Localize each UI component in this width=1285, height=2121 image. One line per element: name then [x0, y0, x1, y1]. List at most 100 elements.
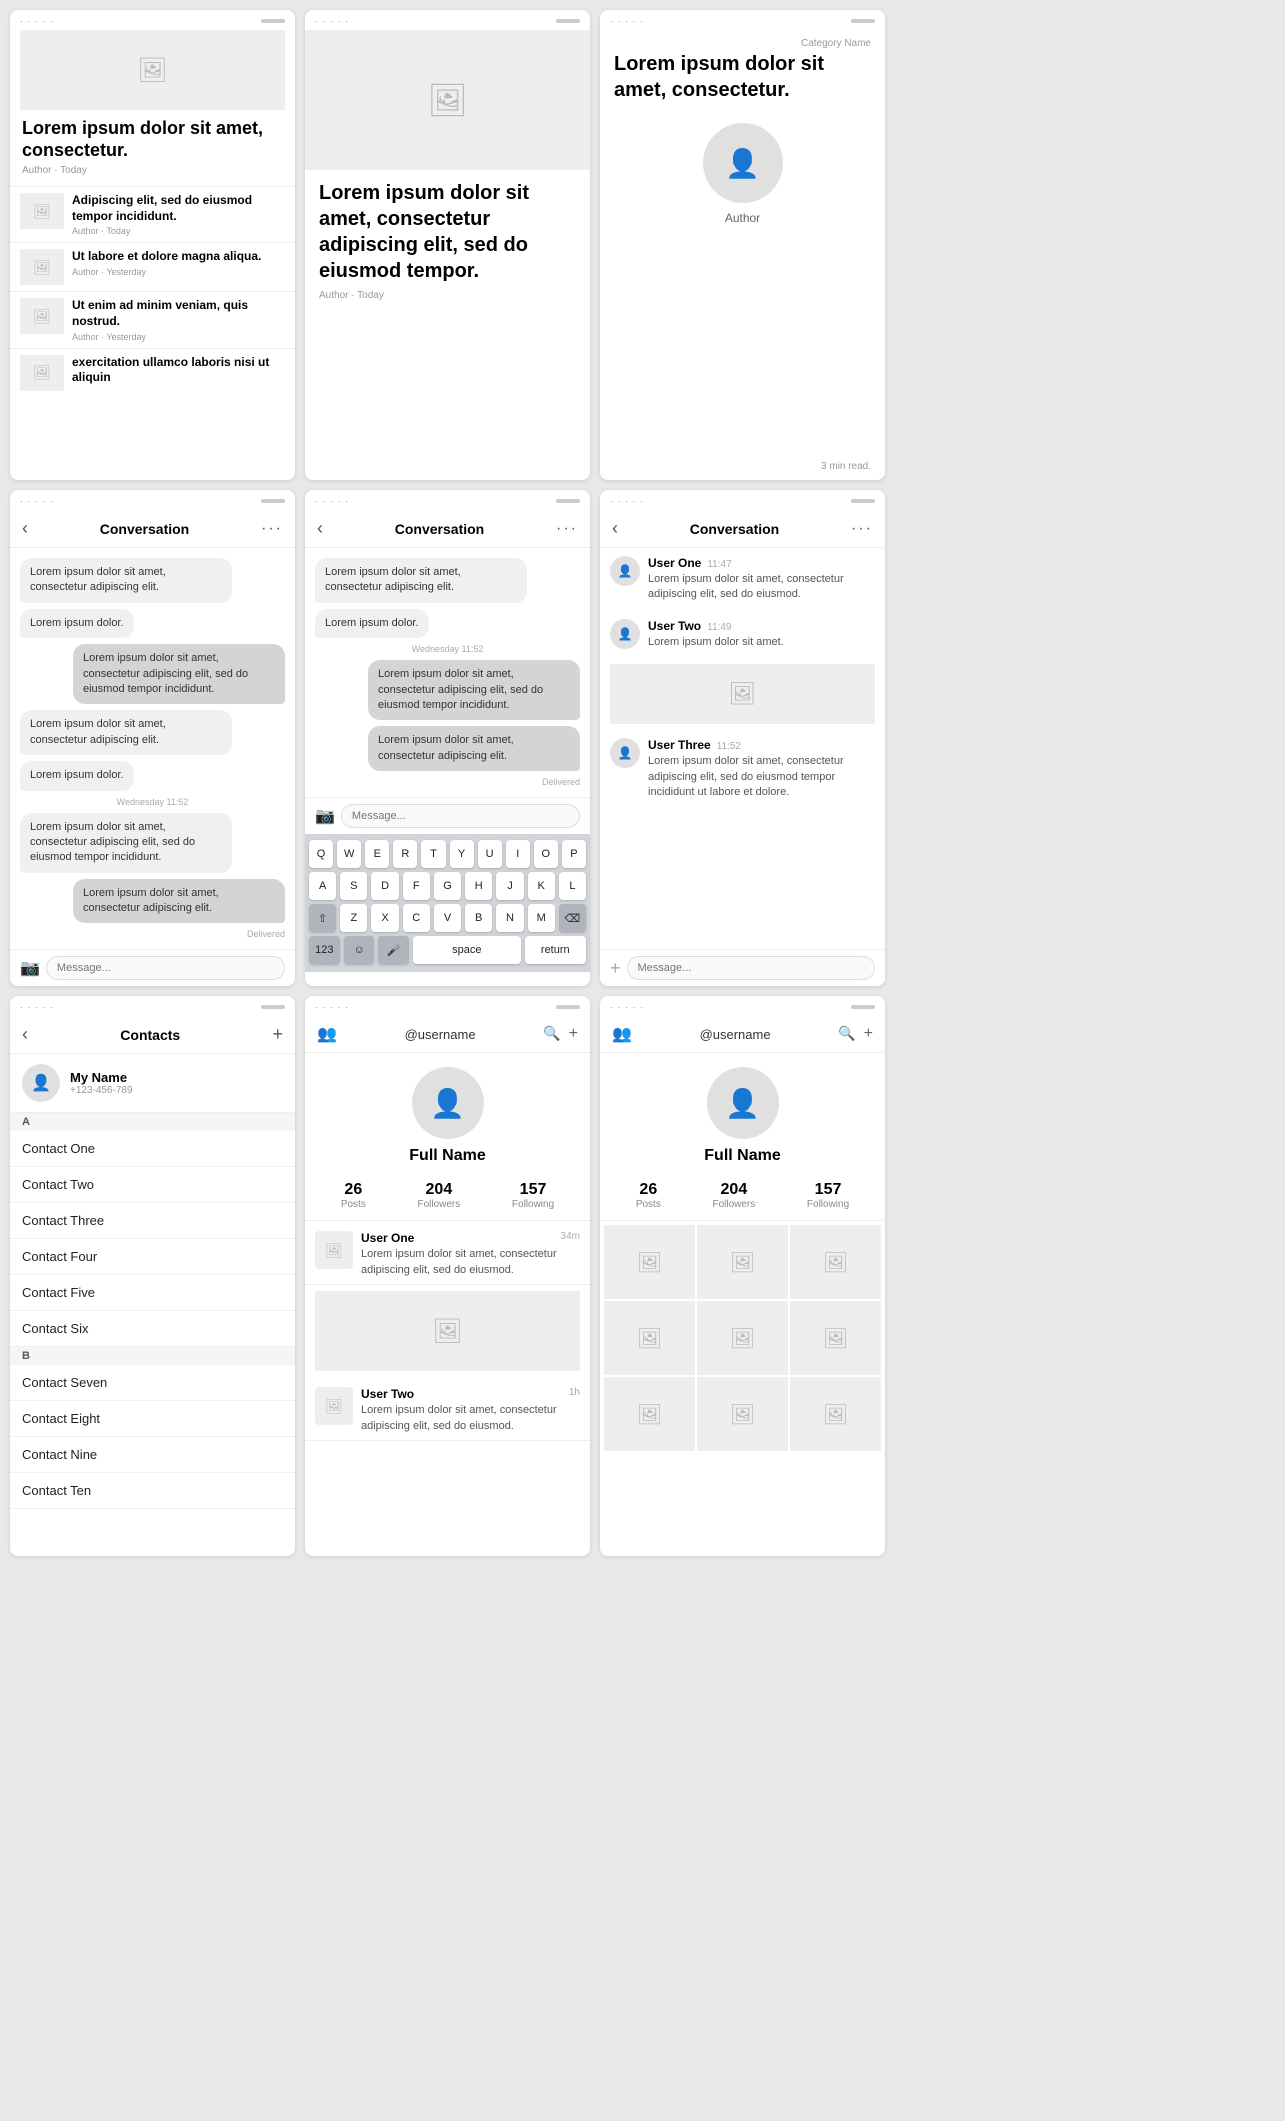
key-m[interactable]: M	[528, 904, 555, 932]
conv-header-1: ‹ Conversation ···	[10, 510, 295, 548]
article-detail-hero: 🖼	[305, 30, 590, 170]
numbers-key[interactable]: 123	[309, 936, 340, 964]
contact-item[interactable]: Contact Eight	[10, 1401, 295, 1437]
key-s[interactable]: S	[340, 872, 367, 900]
return-key[interactable]: return	[525, 936, 586, 964]
conv-header-2: ‹ Conversation ···	[305, 510, 590, 548]
msg-timestamp: Wednesday 11:52	[315, 644, 580, 654]
key-d[interactable]: D	[371, 872, 398, 900]
profile-fullname-2: Full Name	[704, 1147, 780, 1165]
post-thumb[interactable]: 🖼	[604, 1377, 695, 1451]
post-thumb[interactable]: 🖼	[604, 1225, 695, 1299]
key-x[interactable]: X	[371, 904, 398, 932]
add-button[interactable]: +	[569, 1025, 578, 1043]
post-thumb[interactable]: 🖼	[697, 1225, 788, 1299]
key-j[interactable]: J	[496, 872, 523, 900]
list-item[interactable]: 🖼 Ut labore et dolore magna aliqua. Auth…	[10, 242, 295, 291]
key-v[interactable]: V	[434, 904, 461, 932]
conv-messages-2: Lorem ipsum dolor sit amet, consectetur …	[305, 548, 590, 797]
key-r[interactable]: R	[393, 840, 417, 868]
key-e[interactable]: E	[365, 840, 389, 868]
followers-label: Followers	[417, 1199, 460, 1210]
author-avatar-wrap: 👤 Author	[600, 113, 885, 235]
key-h[interactable]: H	[465, 872, 492, 900]
list-item[interactable]: 🖼 Adipiscing elit, sed do eiusmod tempor…	[10, 186, 295, 242]
key-q[interactable]: Q	[309, 840, 333, 868]
post-thumb[interactable]: 🖼	[790, 1225, 881, 1299]
list-item[interactable]: 🖼 exercitation ullamco laboris nisi ut a…	[10, 348, 295, 397]
contact-item[interactable]: Contact Five	[10, 1275, 295, 1311]
post-thumb[interactable]: 🖼	[604, 1301, 695, 1375]
contact-item[interactable]: Contact Nine	[10, 1437, 295, 1473]
message-input-1[interactable]	[46, 956, 285, 980]
list-thumb: 🖼	[20, 355, 64, 391]
feed-time: 34m	[561, 1231, 580, 1245]
key-p[interactable]: P	[562, 840, 586, 868]
message-bubble-left: Lorem ipsum dolor sit amet, consectetur …	[20, 813, 232, 873]
add-button[interactable]: +	[610, 958, 621, 979]
statusbar-3: · · · · ·	[600, 10, 885, 30]
key-f[interactable]: F	[403, 872, 430, 900]
contact-item[interactable]: Contact Six	[10, 1311, 295, 1347]
contact-item[interactable]: Contact Two	[10, 1167, 295, 1203]
key-g[interactable]: G	[434, 872, 461, 900]
article-main-meta: Author · Today	[10, 165, 295, 186]
mic-key[interactable]: 🎤	[378, 936, 409, 964]
key-t[interactable]: T	[421, 840, 445, 868]
key-o[interactable]: O	[534, 840, 558, 868]
key-c[interactable]: C	[403, 904, 430, 932]
card-article-list: · · · · · 🖼 Lorem ipsum dolor sit amet, …	[10, 10, 295, 480]
feed-image-post: 🖼	[315, 1291, 580, 1371]
search-icon[interactable]: 🔍	[543, 1025, 560, 1043]
profile-avatar: 👤	[412, 1067, 484, 1139]
space-key[interactable]: space	[413, 936, 520, 964]
feed-text: Lorem ipsum dolor sit amet, consectetur …	[361, 1403, 580, 1434]
key-u[interactable]: U	[478, 840, 502, 868]
key-l[interactable]: L	[559, 872, 586, 900]
search-icon[interactable]: 🔍	[838, 1025, 855, 1043]
more-button[interactable]: ···	[556, 520, 578, 538]
list-item-title: Ut enim ad minim veniam, quis nostrud.	[72, 298, 285, 329]
message-input-3[interactable]	[627, 956, 875, 980]
key-y[interactable]: Y	[450, 840, 474, 868]
key-n[interactable]: N	[496, 904, 523, 932]
conv-input-bar-2[interactable]: 📷	[305, 797, 590, 834]
stat-following-2: 157 Following	[807, 1181, 849, 1210]
more-button[interactable]: ···	[261, 520, 283, 538]
list-item-title: Ut labore et dolore magna aliqua.	[72, 249, 285, 265]
contact-item[interactable]: Contact Three	[10, 1203, 295, 1239]
add-contact-button[interactable]: +	[272, 1024, 283, 1045]
key-w[interactable]: W	[337, 840, 361, 868]
key-i[interactable]: I	[506, 840, 530, 868]
delete-key[interactable]: ⌫	[559, 904, 586, 932]
my-name: My Name	[70, 1070, 133, 1085]
message-input-2[interactable]	[341, 804, 580, 828]
keyboard-row-3: ⇧ Z X C V B N M ⌫	[309, 904, 586, 932]
key-b[interactable]: B	[465, 904, 492, 932]
list-item[interactable]: 🖼 Ut enim ad minim veniam, quis nostrud.…	[10, 291, 295, 347]
contact-item[interactable]: Contact Seven	[10, 1365, 295, 1401]
feed-item[interactable]: 🖼 User One 34m Lorem ipsum dolor sit ame…	[305, 1221, 590, 1285]
post-thumb[interactable]: 🖼	[697, 1377, 788, 1451]
feed-thumb: 🖼	[315, 1231, 353, 1269]
keyboard-row-1: Q W E R T Y U I O P	[309, 840, 586, 868]
following-count-2: 157	[815, 1181, 842, 1199]
contact-item[interactable]: Contact Four	[10, 1239, 295, 1275]
post-thumb[interactable]: 🖼	[790, 1377, 881, 1451]
contact-item[interactable]: Contact Ten	[10, 1473, 295, 1509]
emoji-key[interactable]: ☺	[344, 936, 375, 964]
shift-key[interactable]: ⇧	[309, 904, 336, 932]
feed-username: User Two	[361, 1387, 414, 1401]
contact-item[interactable]: Contact One	[10, 1131, 295, 1167]
post-thumb[interactable]: 🖼	[697, 1301, 788, 1375]
post-thumb[interactable]: 🖼	[790, 1301, 881, 1375]
key-k[interactable]: K	[528, 872, 555, 900]
user-name: User One	[648, 556, 701, 570]
conv-input-bar-3[interactable]: +	[600, 949, 885, 986]
key-z[interactable]: Z	[340, 904, 367, 932]
conv-input-bar-1[interactable]: 📷	[10, 949, 295, 986]
feed-item[interactable]: 🖼 User Two 1h Lorem ipsum dolor sit amet…	[305, 1377, 590, 1441]
more-button[interactable]: ···	[851, 520, 873, 538]
key-a[interactable]: A	[309, 872, 336, 900]
add-button[interactable]: +	[864, 1025, 873, 1043]
